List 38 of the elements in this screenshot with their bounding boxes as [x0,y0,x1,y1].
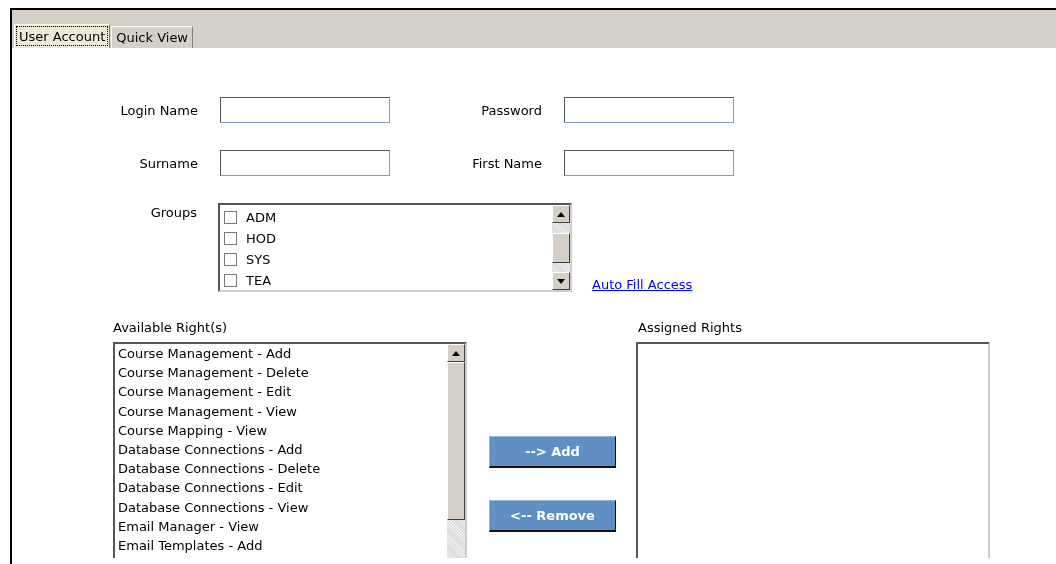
checkbox[interactable] [224,274,237,287]
field-label: Login Name [119,102,198,118]
tab[interactable]: User Account [14,24,111,48]
list-item[interactable]: Database Connections - Delete [118,459,444,479]
list-item[interactable]: Course Management - Delete [118,363,444,383]
list-item[interactable]: Course Mapping - View [118,420,444,440]
tab[interactable]: Quick View [111,26,193,48]
down-arrow-icon [557,278,565,284]
up-arrow-icon [452,350,460,356]
list-label: Available Right(s) [113,320,229,337]
list-item[interactable]: Course Management - Add [118,344,444,364]
checkbox[interactable] [224,211,237,224]
group-label: HOD [246,231,277,246]
list-item[interactable]: Database Connections - Edit [118,478,444,498]
input-field[interactable] [564,150,734,176]
list-item[interactable]: Course Management - View [118,401,444,421]
checkbox[interactable] [224,232,237,245]
auto-fill-link[interactable]: Auto Fill Access [592,277,693,292]
up-arrow-icon [557,211,565,217]
field-label: Groups [149,204,197,220]
list-item[interactable]: Email Templates - Add [118,535,444,556]
group-label: SYS [246,252,271,267]
checkbox[interactable] [224,253,237,266]
list-item[interactable]: Database Connections - Add [118,439,444,460]
list-item[interactable]: Email Manager - View [118,516,444,536]
field-label: Surname [138,155,198,171]
scrollbar[interactable] [552,205,570,290]
group-label: ADM [246,210,277,225]
group-label: TEA [246,273,272,288]
scrollbar[interactable] [447,344,465,558]
input-field[interactable] [220,97,390,123]
input-field[interactable] [564,97,734,123]
field-label: Password [480,102,542,118]
field-label: First Name [471,155,542,171]
input-field[interactable] [220,150,390,176]
list-item[interactable]: Course Management - Edit [118,382,444,402]
list-label: Assigned Rights [638,320,743,337]
list-item[interactable]: Database Connections - View [118,497,444,517]
